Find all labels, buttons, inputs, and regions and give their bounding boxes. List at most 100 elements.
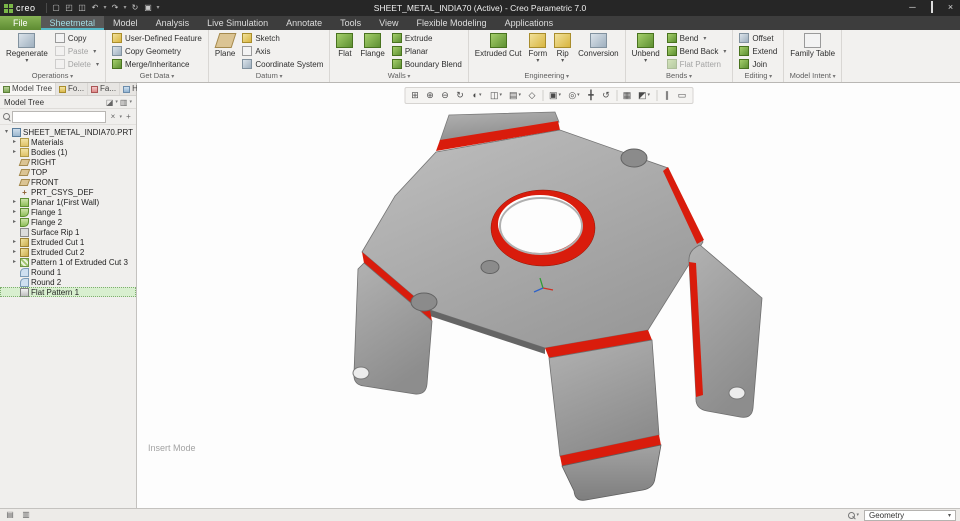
tab-view[interactable]: View (370, 16, 407, 30)
redo-caret-icon[interactable]: ▾ (122, 0, 129, 16)
tree-item-flange-2[interactable]: Flange 2 (0, 217, 136, 227)
expander-icon[interactable] (11, 247, 18, 257)
tree-item-round-2[interactable]: Round 2 (0, 277, 136, 287)
model-canvas[interactable] (137, 83, 960, 508)
repaint-button[interactable]: ↻ (453, 89, 467, 102)
group-label-editing[interactable]: Editing (733, 71, 783, 82)
pause-button[interactable]: ∥ (660, 89, 674, 102)
navigator-tab-folder-browser[interactable]: Fo... (56, 83, 89, 95)
tree-item-top-plane[interactable]: TOP (0, 167, 136, 177)
expander-icon[interactable] (11, 257, 18, 267)
planar-button[interactable]: Planar (390, 45, 464, 57)
plane-button[interactable]: Plane (213, 32, 237, 60)
refit-button[interactable]: ⊞ (408, 89, 422, 102)
undo-icon[interactable]: ↶ (89, 0, 102, 16)
delete-button[interactable]: Delete (53, 58, 101, 70)
tree-item-extruded-cut-2[interactable]: Extruded Cut 2 (0, 247, 136, 257)
group-label-model-intent[interactable]: Model Intent (784, 71, 841, 82)
zoom-in-button[interactable]: ⊕ (423, 89, 437, 102)
expander-icon[interactable] (11, 197, 18, 207)
boundary-blend-button[interactable]: Boundary Blend (390, 58, 464, 70)
offset-button[interactable]: Offset (737, 32, 779, 44)
group-label-walls[interactable]: Walls (330, 71, 467, 82)
find-button[interactable]: ▾ (848, 511, 859, 519)
form-button[interactable]: Form ▾ (526, 32, 549, 65)
tree-item-flange-1[interactable]: Flange 1 (0, 207, 136, 217)
plate-hole[interactable] (480, 260, 500, 274)
navigator-tab-favorites[interactable]: Fa... (88, 83, 121, 95)
expander-icon[interactable] (11, 147, 18, 157)
tree-item-right-plane[interactable]: RIGHT (0, 157, 136, 167)
windows-icon[interactable]: ▣ (142, 0, 155, 16)
open-file-icon[interactable]: ◰ (63, 0, 76, 16)
selection-filter-dropdown[interactable]: Geometry (864, 509, 956, 521)
family-table-button[interactable]: Family Table (788, 32, 837, 60)
tree-item-csys[interactable]: PRT_CSYS_DEF (0, 187, 136, 197)
flat-pattern-button[interactable]: Flat Pattern (665, 58, 729, 70)
perspective-button[interactable]: ◇ (525, 89, 539, 102)
tree-item-root[interactable]: SHEET_METAL_INDIA70.PRT (0, 127, 136, 137)
expander-icon[interactable] (11, 137, 18, 147)
tree-item-front-plane[interactable]: FRONT (0, 177, 136, 187)
tree-item-extruded-cut-1[interactable]: Extruded Cut 1 (0, 237, 136, 247)
bend-button[interactable]: Bend (665, 32, 729, 44)
view-manager-button[interactable]: ▦ (620, 89, 634, 102)
tree-item-planar-1[interactable]: Planar 1(First Wall) (0, 197, 136, 207)
extrude-button[interactable]: Extrude (390, 32, 464, 44)
render-style-button[interactable]: ◩ (635, 89, 653, 102)
coordinate-system-button[interactable]: Coordinate System (240, 58, 325, 70)
user-defined-feature-button[interactable]: User-Defined Feature (110, 32, 204, 44)
extend-button[interactable]: Extend (737, 45, 779, 57)
unbend-button[interactable]: Unbend ▾ (630, 32, 662, 65)
navigator-tab-model-tree[interactable]: Model Tree (0, 83, 57, 95)
tab-analysis[interactable]: Analysis (147, 16, 199, 30)
flange-wall-button[interactable]: Flange (358, 32, 386, 60)
tree-filter-input[interactable] (12, 110, 107, 123)
tab-tools[interactable]: Tools (331, 16, 370, 30)
expander-icon[interactable] (3, 127, 10, 137)
bend-back-button[interactable]: Bend Back (665, 45, 729, 57)
plate-hole[interactable] (620, 148, 648, 168)
filter-clear-icon[interactable]: × (108, 112, 117, 121)
more-tools-button[interactable]: ▭ (675, 89, 689, 102)
flat-wall-button[interactable]: Flat (334, 32, 355, 60)
axis-button[interactable]: Axis (240, 45, 325, 57)
copy-geometry-button[interactable]: Copy Geometry (110, 45, 204, 57)
customize-qat-caret-icon[interactable]: ▾ (155, 0, 162, 16)
expander-icon[interactable] (11, 207, 18, 217)
tree-item-flat-pattern-1[interactable]: Flat Pattern 1 (0, 287, 136, 297)
tree-columns-caret-icon[interactable]: ▾ (129, 99, 132, 105)
filter-caret-icon[interactable]: ▾ (119, 114, 122, 120)
tab-file[interactable]: File (0, 16, 41, 30)
form-caret-icon[interactable]: ▾ (536, 58, 539, 64)
group-label-datum[interactable]: Datum (209, 71, 330, 82)
tab-applications[interactable]: Applications (496, 16, 563, 30)
filter-add-icon[interactable]: + (124, 112, 133, 121)
saved-views-button[interactable]: ▤ (506, 89, 524, 102)
tree-item-round-1[interactable]: Round 1 (0, 267, 136, 277)
zoom-out-button[interactable]: ⊖ (438, 89, 452, 102)
tab-model[interactable]: Model (104, 16, 147, 30)
close-button[interactable]: × (941, 0, 960, 16)
unbend-caret-icon[interactable]: ▾ (644, 58, 647, 64)
regenerate-caret-icon[interactable]: ▾ (25, 58, 28, 64)
orient-mode-button[interactable]: ↺ (599, 89, 613, 102)
spin-center-button[interactable]: ╋ (584, 89, 598, 102)
copy-button[interactable]: Copy (53, 32, 101, 44)
rip-button[interactable]: Rip ▾ (552, 32, 573, 65)
undo-caret-icon[interactable]: ▾ (102, 0, 109, 16)
save-icon[interactable]: ◫ (76, 0, 89, 16)
tree-item-pattern-1[interactable]: Pattern 1 of Extruded Cut 3 (0, 257, 136, 267)
annotation-display-button[interactable]: ◎ (565, 89, 583, 102)
tree-settings-icon[interactable]: ◪ (104, 96, 116, 109)
rip-caret-icon[interactable]: ▾ (561, 58, 564, 64)
group-label-operations[interactable]: Operations (0, 71, 105, 82)
join-button[interactable]: Join (737, 58, 779, 70)
tab-sheetmetal[interactable]: Sheetmetal (40, 16, 105, 30)
minimize-button[interactable]: ─ (903, 0, 922, 16)
redo-icon[interactable]: ↷ (109, 0, 122, 16)
group-label-bends[interactable]: Bends (626, 71, 733, 82)
expander-icon[interactable] (11, 217, 18, 227)
tab-annotate[interactable]: Annotate (277, 16, 331, 30)
sheet-metal-part[interactable] (352, 111, 763, 501)
